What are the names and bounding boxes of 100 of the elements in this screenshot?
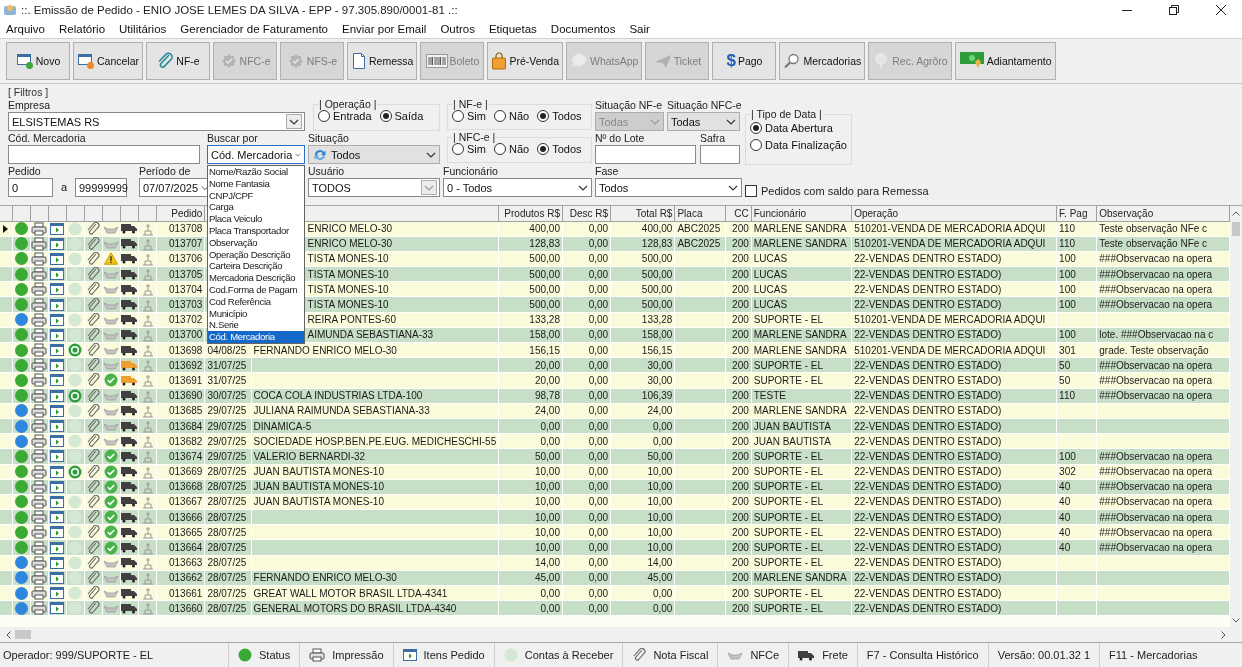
table-cell: 200	[725, 570, 752, 586]
table-cell: ABC2025	[674, 221, 726, 237]
table-cell: 22-VENDAS DENTRO ESTADO)	[851, 281, 1057, 297]
table-cell: 200	[725, 524, 752, 540]
table-cell: 200	[725, 494, 752, 510]
table-cell: 510201-VENDA DE MERCADORIA ADQUI	[851, 221, 1057, 237]
table-cell: SUPORTE - EL	[751, 494, 852, 510]
field-label: Empresa	[8, 99, 51, 112]
table-cell: 0,00	[562, 494, 611, 510]
table-cell: 30,00	[610, 372, 675, 389]
table-cell: JUAN BAUTISTA MONES-10	[251, 494, 499, 510]
table-cell: 013698	[156, 342, 205, 358]
table-cell: 0,00	[610, 433, 675, 449]
table-cell: 0,00	[562, 509, 611, 525]
table-cell: 013682	[156, 433, 205, 449]
table-cell: SUPORTE - EL	[751, 585, 852, 601]
table-cell: 29/07/25	[204, 403, 252, 419]
table-cell: 400,00	[498, 221, 563, 237]
table-cell: JUAN BAUTISTA	[751, 418, 852, 434]
table-cell: 0,00	[562, 448, 611, 464]
table-cell: 98,78	[498, 388, 563, 404]
table-cell: 22-VENDAS DENTRO ESTADO)	[851, 570, 1057, 586]
table-cell: 28/07/25	[204, 600, 252, 616]
table-cell: 28/07/25	[204, 570, 252, 586]
table-cell: 0,00	[562, 342, 611, 358]
field-label: Nº do Lote	[595, 132, 646, 145]
table-cell: MARLENE SANDRA	[751, 570, 852, 586]
table-cell: JUAN BAUTISTA MONES-10	[251, 479, 499, 495]
table-cell: 110	[1056, 388, 1097, 404]
table-cell: 200	[725, 418, 752, 434]
table-cell: 24,00	[498, 403, 563, 419]
table-cell: 0,00	[562, 479, 611, 495]
table-cell: ABC2025	[674, 236, 726, 252]
table-cell: 45,00	[610, 570, 675, 586]
table-cell: 013703	[156, 296, 205, 313]
table-cell: 22-VENDAS DENTRO ESTADO)	[851, 296, 1057, 313]
table-cell: 200	[725, 296, 752, 313]
table-cell: 200	[725, 327, 752, 343]
table-cell: 200	[725, 221, 752, 237]
table-cell: JUAN BAUTISTA MONES-10	[251, 464, 499, 480]
table-cell: 013662	[156, 570, 205, 586]
table-cell: 10,00	[498, 509, 563, 525]
table-cell: 200	[725, 509, 752, 525]
table-cell: 10,00	[610, 524, 675, 540]
table-cell: 10,00	[610, 509, 675, 525]
table-cell: 013690	[156, 388, 205, 404]
table-cell: 0,00	[562, 524, 611, 540]
table-cell: 31/07/25	[204, 357, 252, 373]
table-cell: 500,00	[498, 251, 563, 267]
table-cell: 128,83	[610, 236, 675, 252]
dollar-icon: $	[726, 51, 736, 71]
table-cell: 013668	[156, 479, 205, 495]
legend-label: Status	[259, 649, 291, 661]
table-cell: SUPORTE - EL	[751, 357, 852, 373]
table-cell: 29/07/25	[204, 448, 252, 464]
table-cell: 22-VENDAS DENTRO ESTADO)	[851, 448, 1057, 464]
table-cell: 14,00	[610, 555, 675, 571]
table-cell: 200	[725, 251, 752, 267]
table-cell: 200	[725, 464, 752, 480]
table-cell: 28/07/25	[204, 509, 252, 525]
table-cell: 013665	[156, 524, 205, 540]
table-cell: grade. Teste observação	[1096, 342, 1230, 358]
table-cell: 133,28	[498, 312, 563, 328]
table-cell: MARLENE SANDRA	[751, 236, 852, 252]
table-cell: 0,00	[562, 403, 611, 419]
table-cell: 200	[725, 600, 752, 616]
table-cell: 0,00	[562, 585, 611, 601]
table-cell: MARLENE SANDRA	[751, 342, 852, 358]
table-cell: 013705	[156, 266, 205, 282]
table-cell: 0,00	[562, 221, 611, 237]
table-cell: 200	[725, 236, 752, 252]
table-cell: 200	[725, 388, 752, 404]
field-label: Funcionário	[443, 165, 499, 178]
operator-label: Operador: 999/SUPORTE - EL	[2, 649, 155, 661]
table-cell: 301	[1056, 342, 1097, 358]
table-cell: 500,00	[498, 266, 563, 282]
table-cell: ###Observacao na opera	[1096, 448, 1230, 464]
table-cell: 100	[1056, 448, 1097, 464]
field-label: Cód. Mercadoria	[8, 132, 87, 145]
table-cell: 10,00	[610, 539, 675, 556]
table-cell: 04/08/25	[204, 342, 252, 358]
table-cell: 40	[1056, 539, 1097, 556]
table-cell: 0,00	[562, 555, 611, 571]
table-cell: 100	[1056, 327, 1097, 343]
table-cell: 0,00	[562, 296, 611, 313]
legend-label: NFCe	[750, 649, 780, 661]
table-cell: 013706	[156, 251, 205, 267]
table-cell: 22-VENDAS DENTRO ESTADO)	[851, 266, 1057, 282]
field-label: Usuário	[308, 165, 346, 178]
table-cell: MARLENE SANDRA	[751, 221, 852, 237]
table-cell: 013692	[156, 357, 205, 373]
table-cell: 013708	[156, 221, 205, 237]
table-cell: 50	[1056, 372, 1097, 389]
table-cell: 0,00	[562, 312, 611, 328]
table-cell: 0,00	[498, 585, 563, 601]
table-cell: 31/07/25	[204, 372, 252, 389]
table-cell: 0,00	[610, 600, 675, 616]
table-cell: 158,00	[498, 327, 563, 343]
field-label: Situação NF-e	[595, 99, 664, 112]
table-cell: 500,00	[610, 266, 675, 282]
